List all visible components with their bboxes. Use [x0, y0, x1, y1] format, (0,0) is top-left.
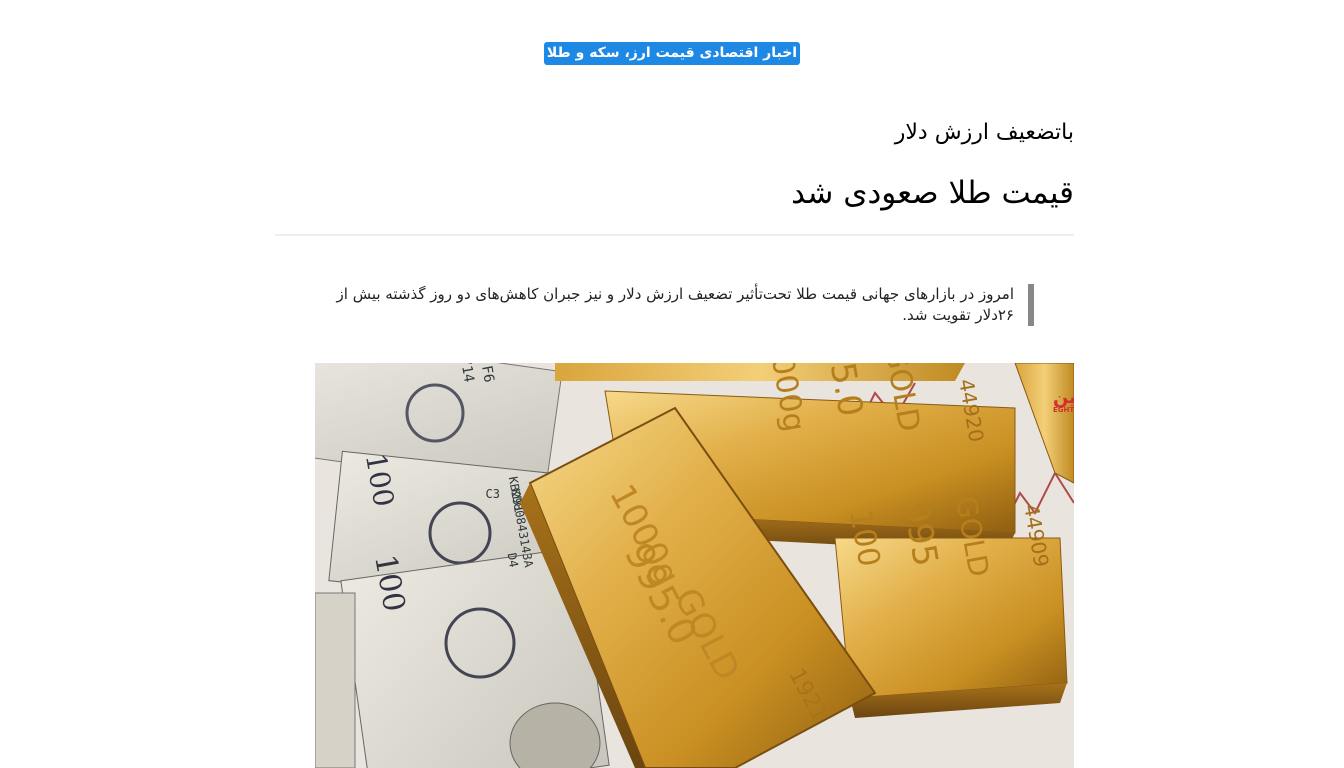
- watermark-subtext: EGHTESADONLINE: [1053, 406, 1074, 414]
- category-badge[interactable]: اخبار اقتصادی قیمت ارز، سکه و طلا: [543, 42, 801, 65]
- title-divider: [275, 234, 1074, 236]
- article: باتضعیف ارزش دلار قیمت طلا صعودی شد امرو…: [275, 110, 1074, 768]
- article-lead: امروز در بازارهای جهانی قیمت طلا تحت‌تأث…: [302, 284, 1034, 326]
- watermark-text: اقتصادآنلاین: [1053, 385, 1074, 408]
- article-headline: قیمت طلا صعودی شد: [791, 175, 1074, 211]
- bill-code-2: D4: [505, 552, 521, 569]
- article-kicker: باتضعیف ارزش دلار: [894, 120, 1074, 145]
- gold-and-dollars-photo: LF31714 F6 100 C3 KB291 100 KD80843143A …: [315, 363, 1074, 768]
- article-image: LF31714 F6 100 C3 KB291 100 KD80843143A …: [315, 363, 1074, 768]
- bill-code-3: F6: [478, 364, 497, 383]
- bill-code-1: C3: [486, 487, 500, 501]
- category-badge-wrap: اخبار اقتصادی قیمت ارز، سکه و طلا: [0, 42, 1344, 65]
- eghtesad-online-logo: اقتصادآنلاین EGHTESADONLINE: [1053, 385, 1074, 414]
